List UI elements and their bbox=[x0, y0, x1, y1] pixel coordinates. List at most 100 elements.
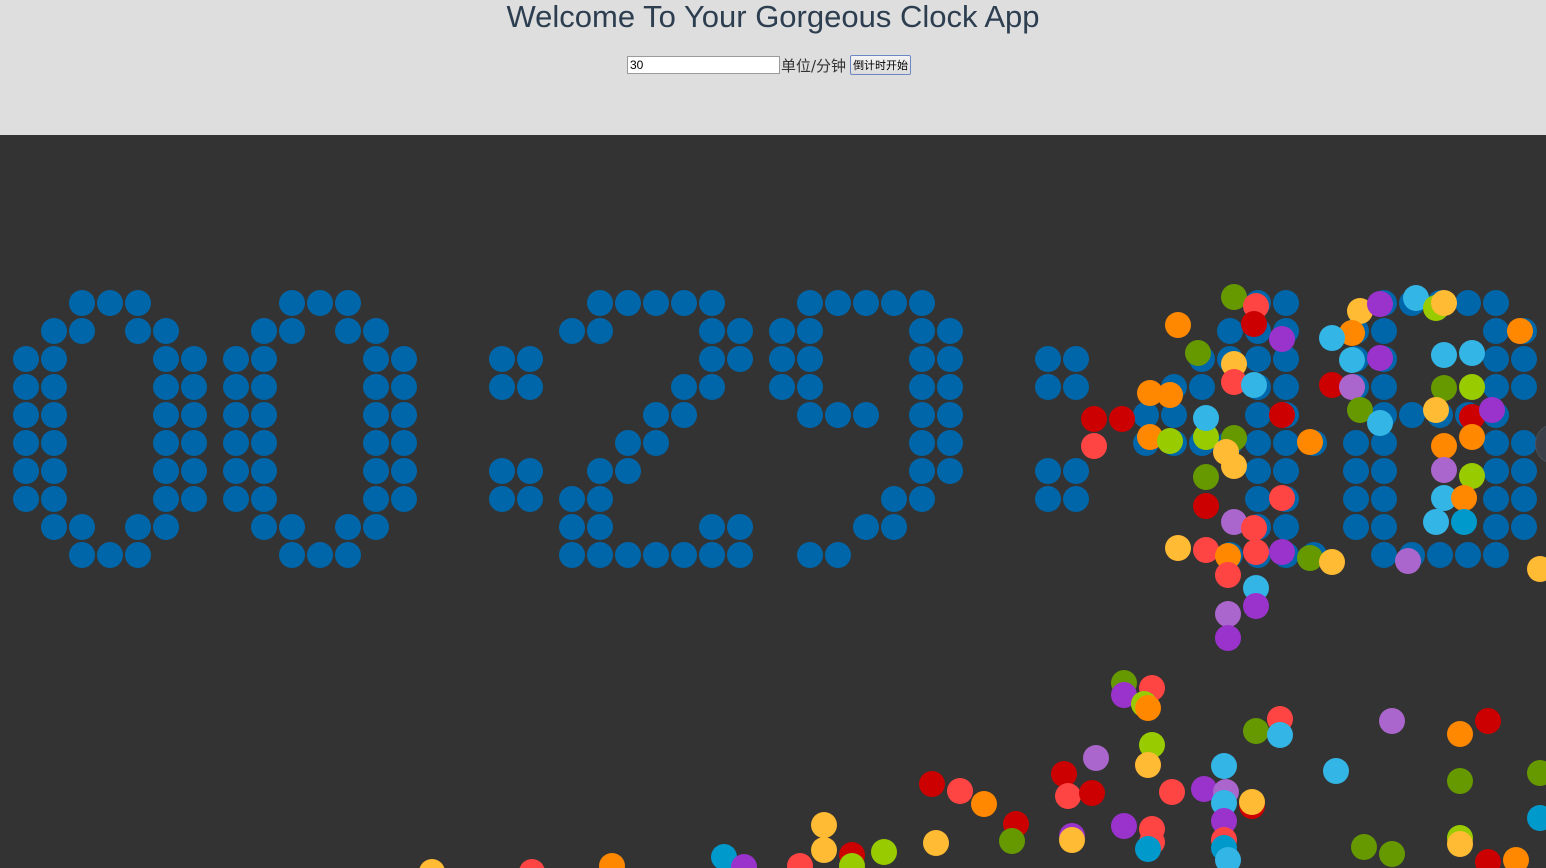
digit-dot bbox=[1483, 374, 1509, 400]
digit-dot bbox=[153, 374, 179, 400]
digit-dot bbox=[223, 402, 249, 428]
falling-ball bbox=[1243, 718, 1269, 744]
digit-dot bbox=[41, 374, 67, 400]
falling-ball bbox=[1527, 760, 1546, 786]
digit-dot bbox=[1035, 374, 1061, 400]
digit-dot bbox=[279, 514, 305, 540]
digit-dot bbox=[1483, 346, 1509, 372]
digit-dot bbox=[825, 542, 851, 568]
digit-dot bbox=[97, 542, 123, 568]
digit-dot bbox=[937, 458, 963, 484]
digit-dot bbox=[41, 514, 67, 540]
digit-dot bbox=[1371, 374, 1397, 400]
falling-ball bbox=[1431, 433, 1457, 459]
digit-dot bbox=[909, 290, 935, 316]
digit-dot bbox=[1399, 402, 1425, 428]
falling-ball bbox=[1319, 549, 1345, 575]
falling-ball bbox=[1507, 318, 1533, 344]
falling-ball bbox=[1367, 291, 1393, 317]
falling-ball bbox=[1081, 406, 1107, 432]
falling-ball bbox=[1241, 311, 1267, 337]
digit-dot bbox=[41, 430, 67, 456]
digit-dot bbox=[727, 346, 753, 372]
digit-dot bbox=[587, 290, 613, 316]
falling-ball bbox=[1193, 405, 1219, 431]
digit-dot bbox=[125, 290, 151, 316]
falling-ball bbox=[1243, 593, 1269, 619]
digit-dot bbox=[181, 374, 207, 400]
falling-ball bbox=[1269, 402, 1295, 428]
falling-ball bbox=[1323, 758, 1349, 784]
digit-dot bbox=[769, 346, 795, 372]
digit-dot bbox=[489, 486, 515, 512]
digit-dot bbox=[909, 430, 935, 456]
digit-dot bbox=[1245, 486, 1271, 512]
digit-dot bbox=[223, 430, 249, 456]
digit-dot bbox=[727, 542, 753, 568]
digit-dot bbox=[69, 318, 95, 344]
digit-dot bbox=[517, 374, 543, 400]
digit-dot bbox=[1511, 346, 1537, 372]
digit-dot bbox=[909, 486, 935, 512]
digit-dot bbox=[251, 318, 277, 344]
digit-dot bbox=[699, 514, 725, 540]
digit-dot bbox=[1371, 514, 1397, 540]
falling-ball bbox=[1083, 745, 1109, 771]
clock-display bbox=[13, 284, 1546, 868]
digit-dot bbox=[517, 458, 543, 484]
start-countdown-button[interactable]: 倒计时开始 bbox=[850, 55, 912, 75]
falling-ball bbox=[1055, 783, 1081, 809]
colon-separator bbox=[489, 346, 543, 512]
digit-dot bbox=[1455, 290, 1481, 316]
falling-ball bbox=[1339, 347, 1365, 373]
falling-ball bbox=[1051, 761, 1077, 787]
digit-dot bbox=[335, 290, 361, 316]
digit-dot bbox=[1343, 514, 1369, 540]
digit-dot bbox=[363, 514, 389, 540]
digit-dot bbox=[587, 486, 613, 512]
falling-ball bbox=[1215, 601, 1241, 627]
digit-dot bbox=[335, 542, 361, 568]
falling-ball bbox=[1379, 708, 1405, 734]
unit-label: 单位/分钟 bbox=[781, 56, 847, 75]
minutes-input[interactable] bbox=[627, 56, 780, 74]
digit-dot bbox=[825, 402, 851, 428]
digit-dot bbox=[153, 318, 179, 344]
digit-dot bbox=[825, 290, 851, 316]
digit-dot bbox=[41, 486, 67, 512]
falling-ball bbox=[1297, 429, 1323, 455]
digit-dot bbox=[1371, 486, 1397, 512]
digit-dot bbox=[1371, 542, 1397, 568]
digit-dot bbox=[335, 514, 361, 540]
digit-dot bbox=[1133, 402, 1159, 428]
digit-dot bbox=[699, 290, 725, 316]
digit-dot bbox=[643, 290, 669, 316]
digit-dot bbox=[1273, 458, 1299, 484]
digit-dot bbox=[881, 514, 907, 540]
digit-dot bbox=[1343, 430, 1369, 456]
digit-dot bbox=[937, 318, 963, 344]
digit-dot bbox=[363, 374, 389, 400]
digit-dot bbox=[251, 402, 277, 428]
digit-dot bbox=[251, 346, 277, 372]
digit-dot bbox=[1343, 458, 1369, 484]
digit-dot bbox=[1511, 374, 1537, 400]
digit-dot bbox=[1483, 318, 1509, 344]
digit-dot bbox=[1511, 514, 1537, 540]
digit-dot bbox=[909, 374, 935, 400]
digit-dot bbox=[279, 542, 305, 568]
digit-dot bbox=[615, 542, 641, 568]
digit-dot bbox=[181, 458, 207, 484]
falling-ball bbox=[1423, 509, 1449, 535]
digit-dot bbox=[125, 514, 151, 540]
falling-ball bbox=[1431, 342, 1457, 368]
digit-dot bbox=[391, 402, 417, 428]
digit-dot bbox=[1511, 430, 1537, 456]
falling-ball bbox=[1215, 562, 1241, 588]
digit-dot bbox=[727, 514, 753, 540]
digit-dot bbox=[1427, 542, 1453, 568]
falling-ball bbox=[1423, 397, 1449, 423]
falling-ball bbox=[419, 859, 445, 868]
falling-ball bbox=[1431, 290, 1457, 316]
digit-dot bbox=[797, 542, 823, 568]
